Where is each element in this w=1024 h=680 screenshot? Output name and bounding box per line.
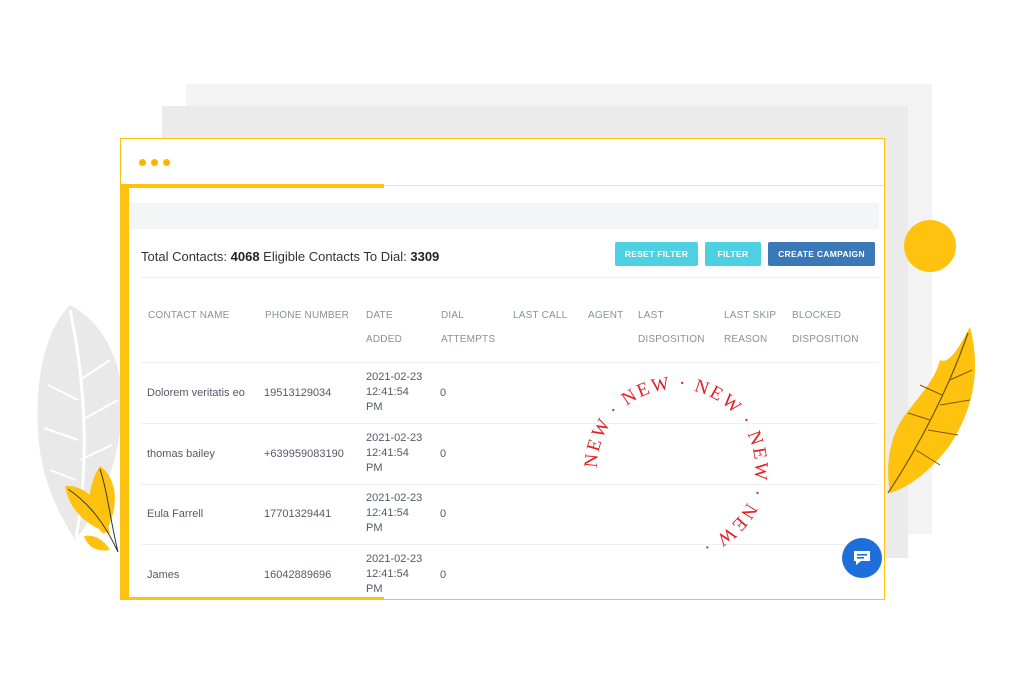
reset-filter-button[interactable]: RESET FILTER — [615, 242, 698, 266]
eligible-contacts-value: 3309 — [410, 249, 440, 264]
eligible-contacts-label: Eligible Contacts To Dial: — [263, 249, 407, 264]
cell-date-added: 2021-02-23 12:41:54 PM — [366, 492, 423, 534]
window-dots-icon — [139, 159, 170, 166]
summary-divider — [141, 277, 878, 278]
toolbar-strip — [131, 203, 879, 229]
column-header-last-skip-reason[interactable]: LAST SKIP REASON — [724, 304, 776, 352]
cell-phone-number: +639959083190 — [264, 448, 344, 460]
cell-contact-name: James — [147, 569, 180, 581]
contacts-summary: Total Contacts: 4068 Eligible Contacts T… — [141, 249, 439, 264]
filter-button[interactable]: FILTER — [705, 242, 761, 266]
cell-contact-name: Eula Farrell — [147, 508, 204, 520]
cell-phone-number: 17701329441 — [264, 508, 332, 520]
cell-dial-attempts: 0 — [440, 448, 447, 460]
cell-dial-attempts: 0 — [440, 387, 447, 399]
cell-phone-number: 19513129034 — [264, 387, 332, 399]
yellow-circle-decoration — [904, 220, 956, 272]
column-header-dial-attempts[interactable]: DIAL ATTEMPTS — [441, 304, 495, 352]
create-campaign-button[interactable]: CREATE CAMPAIGN — [768, 242, 875, 266]
app-window: Total Contacts: 4068 Eligible Contacts T… — [120, 138, 885, 600]
total-contacts-value: 4068 — [230, 249, 260, 264]
yellow-leaf-decoration-left — [65, 466, 119, 553]
column-header-last-call[interactable]: LAST CALL — [513, 304, 567, 328]
total-contacts-label: Total Contacts: — [141, 249, 227, 264]
new-stamp: NEW · NEW · NEW · NEW · NEW · — [581, 373, 772, 558]
column-header-phone-number[interactable]: PHONE NUMBER — [265, 304, 349, 328]
column-header-blocked-disposition[interactable]: BLOCKED DISPOSITION — [792, 304, 859, 352]
column-header-agent[interactable]: AGENT — [588, 304, 623, 328]
cell-dial-attempts: 0 — [440, 508, 447, 520]
header-divider — [141, 362, 878, 363]
accent-bar-top — [121, 184, 384, 188]
column-header-contact-name[interactable]: CONTACT NAME — [148, 304, 229, 328]
cell-contact-name: Dolorem veritatis eo — [147, 387, 245, 399]
cell-phone-number: 16042889696 — [264, 569, 332, 581]
cell-date-added: 2021-02-23 12:41:54 PM — [366, 371, 423, 413]
chat-button[interactable] — [842, 538, 882, 578]
cell-date-added: 2021-02-23 12:41:54 PM — [366, 432, 423, 474]
cell-contact-name: thomas bailey — [147, 448, 215, 460]
window-titlebar — [121, 139, 884, 186]
column-header-date-added[interactable]: DATE ADDED — [366, 304, 402, 352]
cell-date-added: 2021-02-23 12:41:54 PM — [366, 553, 423, 595]
accent-bar-left — [121, 184, 129, 599]
column-header-last-disposition[interactable]: LAST DISPOSITION — [638, 304, 705, 352]
chat-bubble-icon — [854, 551, 870, 565]
stamp-text: NEW · NEW · NEW · NEW · NEW · — [581, 373, 772, 558]
accent-bar-bottom — [121, 597, 384, 599]
cell-dial-attempts: 0 — [440, 569, 447, 581]
yellow-leaf-decoration-right — [887, 327, 976, 494]
